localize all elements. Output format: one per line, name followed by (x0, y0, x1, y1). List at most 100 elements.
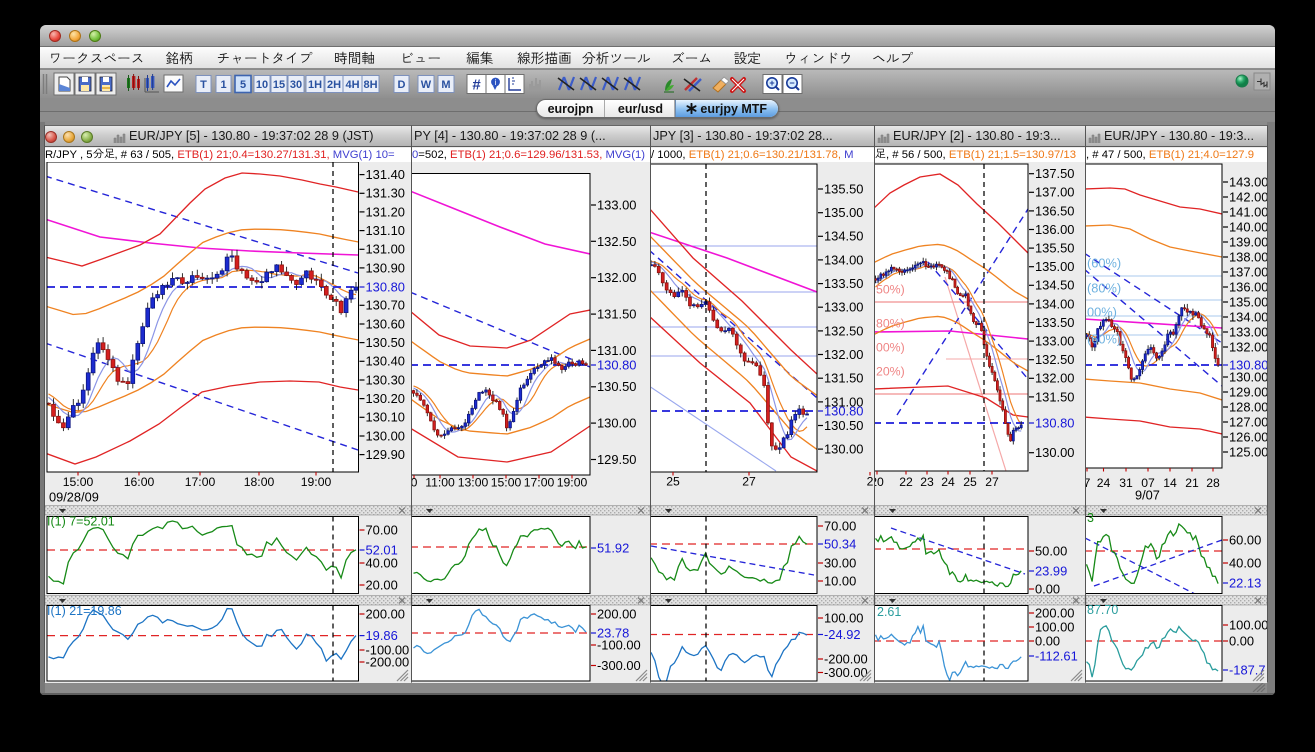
svg-text:134.00: 134.00 (1229, 309, 1267, 324)
svg-text:10: 10 (256, 79, 268, 91)
svg-text:132.00: 132.00 (1229, 339, 1267, 354)
svg-text:27: 27 (742, 474, 756, 488)
svg-text:5: 5 (240, 79, 246, 91)
svg-text:136.00: 136.00 (1229, 279, 1267, 294)
svg-text:133.50: 133.50 (1035, 315, 1074, 330)
svg-text:(60%): (60%) (1087, 331, 1121, 346)
svg-text:131.20: 131.20 (366, 204, 405, 219)
svg-text:131.10: 131.10 (366, 223, 405, 238)
svg-text:132.00: 132.00 (1035, 371, 1074, 386)
svg-text:130.30: 130.30 (366, 372, 405, 387)
svg-text:135.50: 135.50 (824, 181, 863, 196)
svg-text:127.00: 127.00 (1229, 414, 1267, 429)
svg-text:20: 20 (875, 475, 884, 489)
svg-text:130.80: 130.80 (366, 279, 405, 294)
svg-text:0.00: 0.00 (1229, 633, 1254, 648)
svg-text:18:00: 18:00 (244, 475, 275, 489)
svg-text:51.92: 51.92 (597, 540, 629, 555)
svg-text:11:00: 11:00 (425, 475, 455, 489)
svg-text:130.80: 130.80 (1035, 415, 1074, 430)
svg-text:#: # (472, 77, 481, 94)
svg-text:130.90: 130.90 (366, 260, 405, 275)
svg-text:141.00: 141.00 (1229, 204, 1267, 219)
svg-text:i: i (495, 78, 497, 87)
svg-text:135.50: 135.50 (1035, 241, 1074, 256)
svg-text:-24.92: -24.92 (824, 627, 861, 642)
svg-text:0.00: 0.00 (1035, 633, 1060, 648)
svg-text:20%): 20%) (876, 364, 905, 378)
svg-text:40.00: 40.00 (366, 555, 398, 570)
svg-text:15:00: 15:00 (63, 475, 94, 489)
svg-text:130.10: 130.10 (366, 410, 405, 425)
svg-text:87.70: 87.70 (1087, 603, 1118, 617)
svg-text:132.00: 132.00 (597, 270, 636, 285)
svg-text:133.00: 133.00 (1035, 334, 1074, 349)
svg-text:137.00: 137.00 (1035, 185, 1074, 200)
svg-text:+: + (769, 78, 774, 88)
svg-text:19:00: 19:00 (301, 475, 332, 489)
svg-text:17:00: 17:00 (185, 475, 216, 489)
svg-text:I(1) 21=19.86: I(1) 21=19.86 (47, 604, 122, 618)
svg-text:130.50: 130.50 (597, 379, 636, 394)
svg-text:129.90: 129.90 (366, 447, 405, 462)
svg-text:D: D (398, 79, 406, 91)
svg-text:15:00: 15:00 (491, 475, 522, 489)
svg-text:28: 28 (1206, 476, 1220, 490)
svg-text:131.50: 131.50 (824, 371, 863, 386)
svg-text:19.86: 19.86 (366, 628, 398, 643)
svg-text:130.60: 130.60 (366, 316, 405, 331)
svg-text:100.00: 100.00 (1035, 619, 1074, 634)
svg-text:134.00: 134.00 (824, 252, 863, 267)
svg-text:M: M (441, 79, 450, 91)
svg-text:40.00: 40.00 (1229, 555, 1261, 570)
svg-text:30.00: 30.00 (824, 555, 856, 570)
svg-text:-200.00: -200.00 (366, 654, 410, 669)
svg-text:80%): 80%) (876, 316, 905, 330)
svg-text:136.00: 136.00 (1035, 222, 1074, 237)
svg-text:60.00: 60.00 (1229, 532, 1261, 547)
svg-text:50%): 50%) (876, 282, 905, 296)
svg-text:134.00: 134.00 (1035, 296, 1074, 311)
svg-text:27: 27 (985, 475, 999, 489)
svg-text:130.00: 130.00 (366, 428, 405, 443)
svg-text:25: 25 (963, 475, 977, 489)
svg-text:19:00: 19:00 (557, 475, 588, 489)
svg-text:7: 7 (1086, 476, 1091, 490)
svg-text:137.00: 137.00 (1229, 264, 1267, 279)
svg-text:8H: 8H (363, 79, 377, 91)
svg-text:21: 21 (1185, 476, 1199, 490)
svg-text:25: 25 (666, 474, 680, 488)
svg-text:132.50: 132.50 (1035, 352, 1074, 367)
svg-text:10.00: 10.00 (824, 573, 856, 588)
svg-text:129.50: 129.50 (597, 452, 636, 467)
svg-text:0: 0 (412, 475, 418, 489)
svg-text:24: 24 (941, 475, 955, 489)
svg-text:131.00: 131.00 (366, 242, 405, 257)
svg-text:133.50: 133.50 (824, 276, 863, 291)
svg-text:W: W (421, 79, 432, 91)
svg-text:0.00: 0.00 (1035, 581, 1060, 596)
svg-text:130.70: 130.70 (366, 298, 405, 313)
svg-text:132.50: 132.50 (597, 234, 636, 249)
svg-text:137.50: 137.50 (1035, 166, 1074, 181)
svg-text:200.00: 200.00 (366, 606, 405, 621)
svg-text:1H: 1H (308, 79, 322, 91)
svg-text:−: − (789, 78, 794, 88)
svg-text:135.00: 135.00 (1035, 259, 1074, 274)
svg-text:136.50: 136.50 (1035, 203, 1074, 218)
svg-text:-112.61: -112.61 (1035, 648, 1078, 663)
svg-text:(60%): (60%) (1087, 255, 1121, 270)
svg-text:132.50: 132.50 (824, 323, 863, 338)
svg-text:23: 23 (920, 475, 934, 489)
svg-text:-100.00: -100.00 (597, 637, 641, 652)
svg-text:131.30: 131.30 (366, 186, 405, 201)
svg-text:131.50: 131.50 (1035, 389, 1074, 404)
svg-text:134.50: 134.50 (824, 229, 863, 244)
svg-text:31: 31 (1119, 476, 1133, 490)
svg-text:130.20: 130.20 (366, 391, 405, 406)
svg-text:133.00: 133.00 (597, 197, 636, 212)
svg-text:70.00: 70.00 (366, 522, 398, 537)
svg-text:-300.00: -300.00 (824, 665, 868, 680)
svg-text:134.50: 134.50 (1035, 278, 1074, 293)
svg-text:142.00: 142.00 (1229, 189, 1267, 204)
